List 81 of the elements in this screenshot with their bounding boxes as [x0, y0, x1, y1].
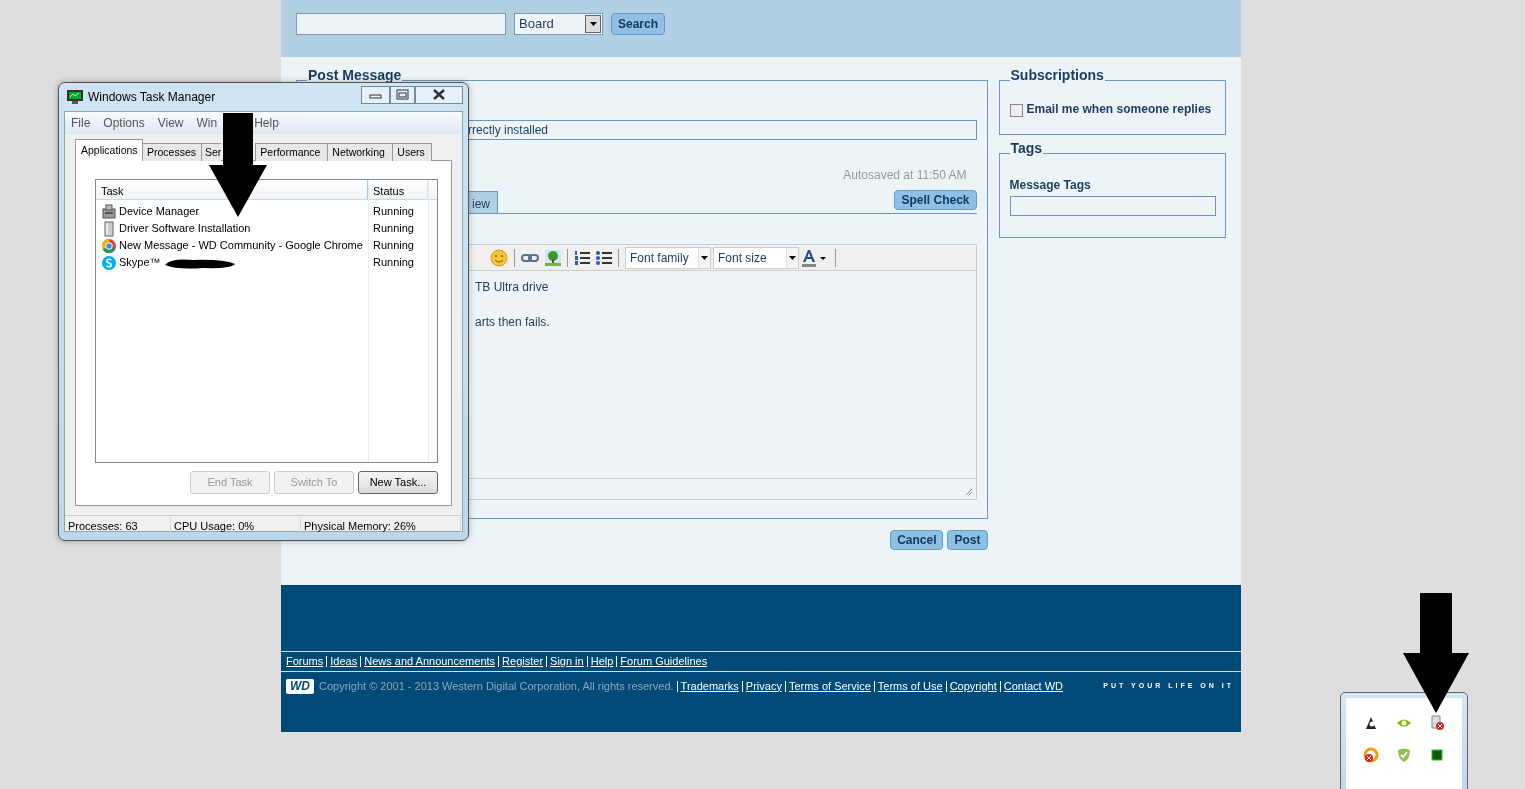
menu-item[interactable]: Help: [254, 114, 279, 132]
browser-icon: [101, 237, 117, 254]
search-button[interactable]: Search: [611, 13, 666, 35]
resize-grip: [964, 488, 973, 496]
menu-item[interactable]: View: [157, 114, 184, 132]
footer-link[interactable]: Sign in: [546, 656, 587, 667]
error-device-icon[interactable]: [1429, 715, 1445, 731]
logo: WD: [286, 678, 314, 694]
task-name[interactable]: Driver Software Installation: [119, 220, 251, 237]
autosave-text: Autosaved at 11:50 AM: [842, 167, 967, 184]
status-text: Physical Memory: 26%: [301, 516, 461, 536]
checkbox[interactable]: [1009, 104, 1023, 117]
maximize-button[interactable]: [390, 86, 415, 104]
tab[interactable]: Networking: [327, 143, 394, 161]
footer-link[interactable]: Help: [586, 656, 617, 667]
post-button[interactable]: Post: [947, 530, 988, 550]
font-family-select[interactable]: Font family: [625, 246, 711, 269]
board-select[interactable]: Board: [514, 13, 603, 35]
legend: Subscriptions: [1009, 67, 1105, 83]
minimize-button[interactable]: [361, 86, 390, 104]
footer-link[interactable]: Forums: [286, 656, 327, 667]
task-name[interactable]: Device Manager: [119, 203, 200, 220]
footer-link[interactable]: Trademarks: [676, 680, 742, 692]
menu-item[interactable]: Options: [103, 114, 145, 132]
status-text: Processes: 63: [65, 516, 171, 536]
status-text: CPU Usage: 0%: [171, 516, 301, 536]
caret-icon: [789, 255, 796, 260]
caret-icon: [701, 255, 708, 260]
square-icon[interactable]: [1429, 747, 1445, 763]
font-size-select[interactable]: Font size: [713, 246, 799, 269]
cancel-button[interactable]: Cancel: [890, 530, 944, 550]
smiley-icon[interactable]: [490, 248, 508, 267]
footer-link[interactable]: Privacy: [741, 680, 785, 692]
image-icon[interactable]: [545, 249, 561, 266]
menu-item[interactable]: File: [71, 114, 91, 132]
footer-link[interactable]: Contact WD: [999, 680, 1066, 692]
body-text: arts then fails.: [475, 314, 550, 331]
footer-link[interactable]: Forum Guidelines: [616, 656, 711, 667]
printer-icon: [101, 203, 117, 220]
numbered-list-icon[interactable]: [574, 249, 590, 266]
tags-field[interactable]: [1009, 196, 1216, 216]
task-name[interactable]: New Message - WD Community - Google Chrome: [119, 237, 363, 254]
monitor-icon: [67, 90, 83, 104]
column-header[interactable]: Status: [368, 180, 428, 199]
footer-link[interactable]: Copyright: [945, 680, 1000, 692]
tower-icon: [101, 220, 117, 237]
task-name[interactable]: Skype™: [119, 254, 161, 271]
bullet-list-icon[interactable]: [596, 249, 612, 266]
footer-link[interactable]: Ideas: [326, 656, 361, 667]
search-field[interactable]: [296, 13, 506, 35]
link-icon[interactable]: [521, 251, 539, 264]
copyright-text: Copyright © 2001 - 2013 Western Digital Corporation, All rights reserved.: [319, 679, 674, 694]
tab[interactable]: Processes: [142, 143, 202, 161]
body-text: TB Ultra drive: [475, 279, 549, 296]
tab[interactable]: Ser: [201, 143, 222, 161]
tab[interactable]: Applications: [75, 139, 143, 161]
menu-item[interactable]: Win: [196, 114, 218, 132]
tab[interactable]: Performance: [255, 143, 329, 161]
legend: Post Message: [307, 67, 403, 83]
footer-link[interactable]: News and Announcements: [360, 656, 499, 667]
chat-icon: [101, 254, 117, 271]
tab[interactable]: Users: [392, 143, 433, 161]
error-ring-icon[interactable]: [1363, 747, 1379, 763]
figure-icon[interactable]: [1363, 715, 1379, 731]
legend: Tags: [1009, 140, 1044, 156]
spell-check-button[interactable]: Spell Check: [894, 190, 977, 210]
status-text: Running: [372, 221, 414, 237]
field-label: Message Tags: [1009, 177, 1091, 194]
footer-link[interactable]: Terms of Use: [873, 680, 946, 692]
footer-link[interactable]: Terms of Service: [784, 680, 874, 692]
close-button[interactable]: [415, 86, 463, 104]
caret-icon: [589, 22, 597, 26]
window-title: Windows Task Manager: [88, 89, 216, 106]
footer-link[interactable]: Register: [498, 656, 547, 667]
text-color-icon[interactable]: [801, 248, 829, 267]
option-label: Email me when someone replies: [1026, 101, 1212, 118]
new-task-button[interactable]: New Task...: [358, 471, 438, 494]
shield-check-icon[interactable]: [1396, 747, 1412, 763]
status-text: Running: [372, 238, 414, 254]
status-text: Running: [372, 255, 414, 271]
status-text: Running: [372, 204, 414, 220]
